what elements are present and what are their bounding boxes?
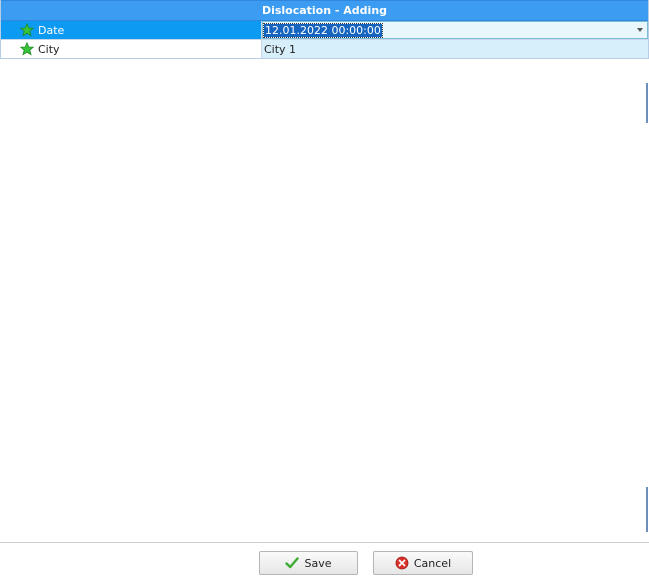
field-label-date: Date <box>38 23 65 37</box>
scrollbar-track-mark <box>646 83 648 123</box>
field-label-cell-city[interactable]: City <box>1 40 262 58</box>
city-input[interactable]: City 1 <box>262 40 648 58</box>
dialog-window: Dislocation - Adding Date 12.01.2022 00:… <box>0 0 649 579</box>
cancel-button-label: Cancel <box>413 556 452 570</box>
property-grid: Dislocation - Adding Date 12.01.2022 00:… <box>0 0 649 59</box>
city-input-value[interactable]: City 1 <box>262 43 296 56</box>
field-row-date[interactable]: Date 12.01.2022 00:00:00 <box>1 21 648 40</box>
field-label-cell-date[interactable]: Date <box>1 21 262 39</box>
chevron-down-icon[interactable] <box>637 28 643 32</box>
cancel-icon <box>395 556 409 570</box>
cancel-button[interactable]: Cancel <box>373 551 473 575</box>
field-label-city: City <box>38 42 60 56</box>
checkmark-icon <box>285 556 300 570</box>
star-icon <box>19 22 35 37</box>
save-button[interactable]: Save <box>259 551 358 575</box>
dialog-footer: Save Cancel <box>0 542 649 579</box>
save-button-label: Save <box>304 556 332 570</box>
date-input[interactable]: 12.01.2022 00:00:00 <box>262 21 648 39</box>
star-icon <box>19 41 35 56</box>
scrollbar-track-mark <box>646 487 648 532</box>
field-row-city[interactable]: City City 1 <box>1 40 648 58</box>
date-input-value[interactable]: 12.01.2022 00:00:00 <box>263 22 383 38</box>
dialog-title: Dislocation - Adding <box>1 0 648 21</box>
